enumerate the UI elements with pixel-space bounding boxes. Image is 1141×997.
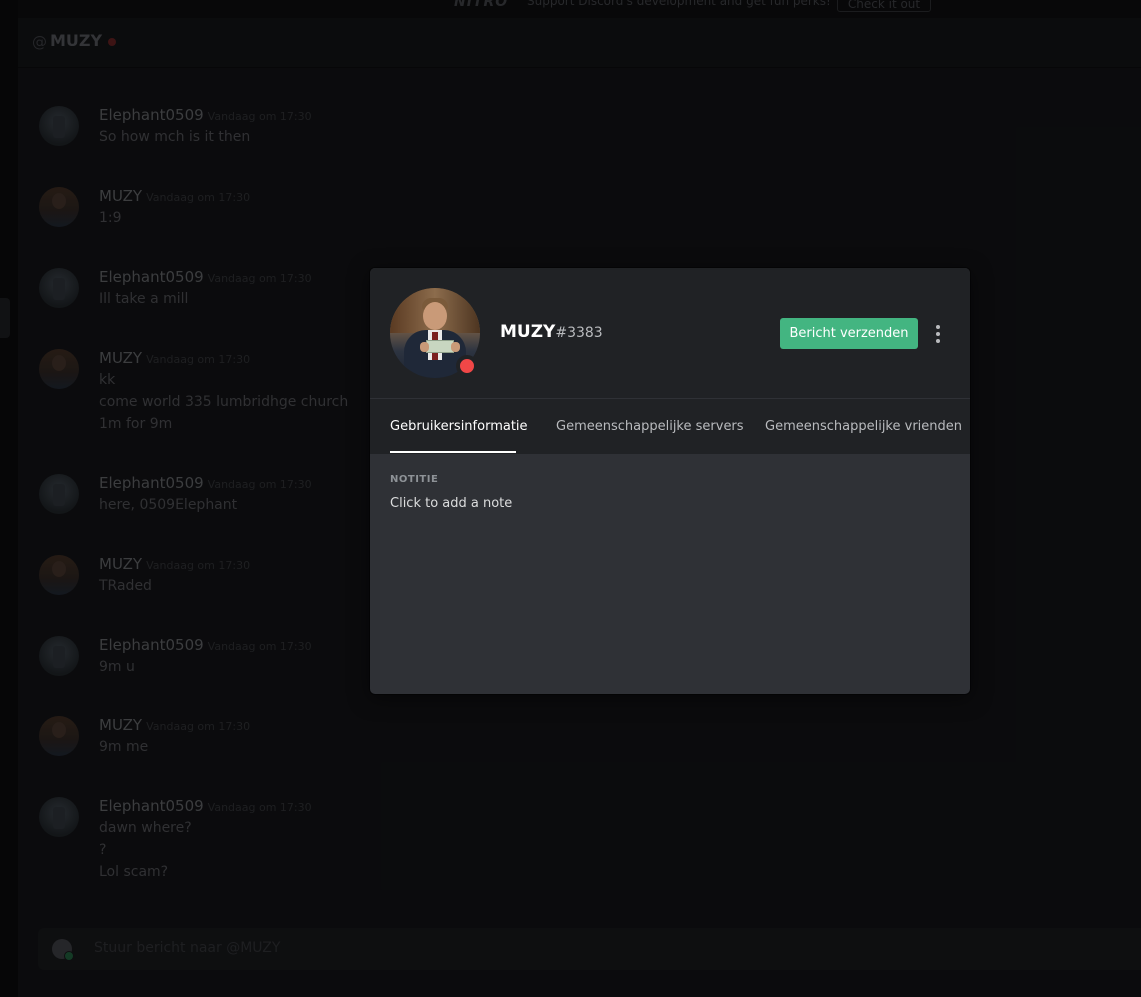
avatar[interactable] — [39, 268, 79, 308]
message-text: dawn where? — [99, 820, 192, 836]
message-timestamp: Vandaag om 17:30 — [146, 559, 251, 572]
avatar[interactable] — [39, 349, 79, 389]
avatar[interactable] — [39, 474, 79, 514]
avatar[interactable] — [39, 106, 79, 146]
nitro-logo: NITRO — [454, 0, 509, 10]
message-text: Lol scam? — [99, 864, 169, 880]
server-sidebar-edge — [0, 0, 18, 997]
username-text: MUZY — [500, 322, 556, 342]
tab-mutual-servers[interactable]: Gemeenschappelijke servers — [556, 419, 744, 434]
status-dot — [108, 38, 116, 46]
message-author[interactable]: MUZY — [99, 716, 142, 734]
note-heading: NOTITIE — [390, 474, 439, 485]
message-author[interactable]: MUZY — [99, 555, 142, 573]
message-timestamp: Vandaag om 17:30 — [207, 272, 312, 285]
avatar[interactable] — [39, 636, 79, 676]
sidebar-scroll-nub — [0, 298, 10, 338]
avatar[interactable] — [39, 555, 79, 595]
avatar[interactable] — [39, 187, 79, 227]
discriminator: #3383 — [555, 325, 603, 341]
at-icon: @ — [32, 33, 47, 51]
message-author[interactable]: Elephant0509 — [99, 106, 204, 124]
message-timestamp: Vandaag om 17:30 — [146, 191, 251, 204]
message-composer[interactable]: Stuur bericht naar @MUZY — [38, 928, 1141, 970]
nitro-banner: NITRO Support Discord's development and … — [18, 0, 1141, 18]
message-text: 1:9 — [99, 210, 122, 226]
message-author[interactable]: Elephant0509 — [99, 797, 204, 815]
user-profile-modal: MUZY#3383 Bericht verzenden Gebruikersin… — [370, 268, 970, 694]
attach-plus-icon[interactable] — [52, 939, 74, 961]
tab-user-info[interactable]: Gebruikersinformatie — [390, 419, 528, 434]
message-timestamp: Vandaag om 17:30 — [146, 720, 251, 733]
note-input[interactable]: Click to add a note — [390, 496, 512, 511]
message-text: 9m u — [99, 659, 135, 675]
send-message-button[interactable]: Bericht verzenden — [780, 318, 918, 349]
message-text: ? — [99, 842, 107, 858]
avatar[interactable] — [39, 716, 79, 756]
message-text: 1m for 9m — [99, 416, 173, 432]
nitro-check-button[interactable]: Check it out — [837, 0, 931, 12]
message-text: here, 0509Elephant — [99, 497, 238, 513]
more-vertical-icon[interactable] — [928, 318, 948, 349]
message-timestamp: Vandaag om 17:30 — [207, 801, 312, 814]
message-text: So how mch is it then — [99, 129, 251, 145]
profile-username: MUZY#3383 — [500, 322, 603, 342]
profile-header: MUZY#3383 Bericht verzenden Gebruikersin… — [370, 268, 970, 454]
active-tab-indicator — [390, 451, 516, 453]
header-divider — [370, 398, 970, 399]
message-author[interactable]: MUZY — [99, 187, 142, 205]
nitro-banner-text: Support Discord's development and get fu… — [527, 0, 831, 8]
message-text: Ill take a mill — [99, 291, 189, 307]
message-input[interactable]: Stuur bericht naar @MUZY — [94, 940, 280, 956]
message-text: kk — [99, 372, 116, 388]
message-author[interactable]: Elephant0509 — [99, 636, 204, 654]
message-text: 9m me — [99, 739, 149, 755]
message-timestamp: Vandaag om 17:30 — [207, 640, 312, 653]
chat-header: @ MUZY — [18, 18, 1141, 68]
avatar[interactable] — [39, 797, 79, 837]
channel-name: MUZY — [50, 31, 103, 50]
message-timestamp: Vandaag om 17:30 — [146, 353, 251, 366]
message-text: come world 335 lumbridhge church — [99, 394, 349, 410]
message-timestamp: Vandaag om 17:30 — [207, 110, 312, 123]
message-author[interactable]: Elephant0509 — [99, 474, 204, 492]
dnd-status-icon — [456, 355, 478, 377]
message-author[interactable]: MUZY — [99, 349, 142, 367]
message-text: TRaded — [99, 578, 152, 594]
message-timestamp: Vandaag om 17:30 — [207, 478, 312, 491]
tab-mutual-friends[interactable]: Gemeenschappelijke vrienden — [765, 419, 962, 434]
message-author[interactable]: Elephant0509 — [99, 268, 204, 286]
